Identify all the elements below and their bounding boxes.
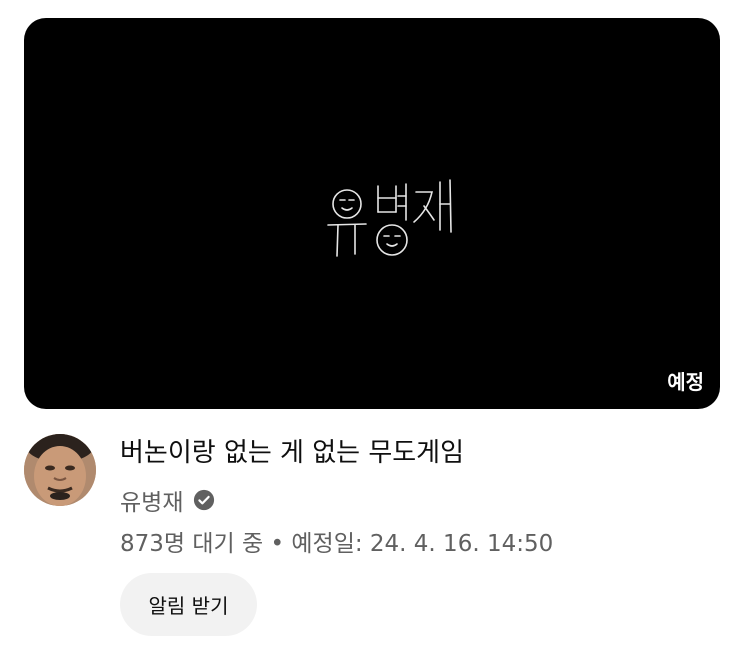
- channel-row: 유병재: [120, 484, 724, 516]
- video-title[interactable]: 버논이랑 없는 게 없는 무도게임: [120, 436, 724, 470]
- thumbnail-handwritten-logo: [327, 179, 452, 257]
- channel-name[interactable]: 유병재: [120, 483, 183, 517]
- stats-separator: •: [270, 531, 285, 557]
- scheduled-badge: 예정: [667, 370, 704, 394]
- notify-button[interactable]: 알림 받기: [120, 573, 257, 636]
- video-card: 예정 버논이랑 없는 게 없는 무도게임 유병재 873명 대기 중 • 예정일…: [0, 0, 744, 654]
- scheduled-date: 예정일: 24. 4. 16. 14:50: [291, 531, 554, 557]
- video-thumbnail[interactable]: 예정: [24, 18, 720, 409]
- avatar-face-image: [24, 434, 96, 506]
- verified-check-icon: [194, 489, 215, 511]
- video-stats: 873명 대기 중 • 예정일: 24. 4. 16. 14:50: [120, 528, 724, 560]
- video-meta: 버논이랑 없는 게 없는 무도게임 유병재 873명 대기 중 • 예정일: 2…: [120, 436, 724, 560]
- waiting-count: 873명 대기 중: [120, 531, 264, 557]
- channel-avatar[interactable]: [24, 434, 96, 506]
